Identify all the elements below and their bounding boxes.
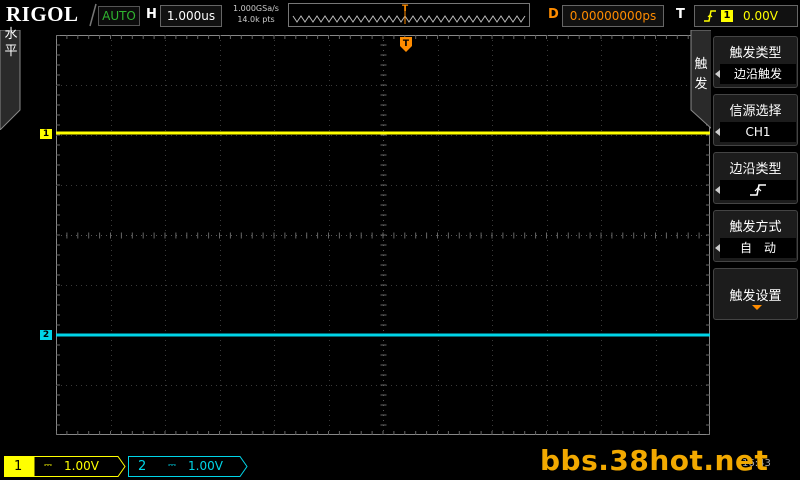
- trigger-source-badge: 1: [721, 10, 733, 22]
- menu-item-title: 触发设置: [729, 289, 782, 304]
- timebase-value[interactable]: 1.000us: [160, 5, 222, 27]
- dc-coupling-icon: ⎓: [168, 460, 176, 471]
- run-status-badge[interactable]: AUTO: [98, 6, 140, 26]
- menu-item-value: 边沿触发: [720, 64, 796, 84]
- ch1-scale: 1.00V: [64, 459, 99, 473]
- menu-item-value: [720, 180, 796, 200]
- menu-item-title: 触发方式: [729, 220, 782, 235]
- menu-item-title: 信源选择: [729, 104, 782, 119]
- trigger-menu: 触发类型 边沿触发 信源选择 CH1 边沿类型 触发方式 自 动 触发设置: [711, 30, 800, 450]
- trigger-level: 0.00V: [743, 9, 778, 23]
- ch2-offset-marker[interactable]: 2: [40, 330, 52, 340]
- menu-edge-type[interactable]: 边沿类型: [713, 152, 798, 204]
- horizontal-tab-label: 水平: [4, 27, 18, 59]
- menu-trigger-type[interactable]: 触发类型 边沿触发: [713, 36, 798, 88]
- menu-item-value: CH1: [720, 122, 796, 142]
- menu-item-title: 边沿类型: [729, 162, 782, 177]
- horizontal-label: H: [146, 7, 157, 22]
- trigger-position-marker-icon[interactable]: T: [399, 36, 413, 54]
- ch1-offset-marker[interactable]: 1: [40, 129, 52, 139]
- acquisition-info: 1.000GSa/s 14.0k pts: [228, 3, 284, 25]
- memory-depth: 14.0k pts: [237, 15, 275, 24]
- separator-icon: [89, 3, 97, 27]
- delay-label: D: [548, 7, 559, 22]
- ch2-scale: 1.00V: [188, 459, 223, 473]
- menu-item-value: 自 动: [720, 238, 796, 258]
- menu-source-select[interactable]: 信源选择 CH1: [713, 94, 798, 146]
- waveform-grid[interactable]: [56, 35, 710, 435]
- ch1-label: 1: [14, 459, 23, 474]
- submenu-down-icon: [752, 305, 762, 310]
- rising-edge-icon: [703, 6, 717, 32]
- ch2-badge[interactable]: 2 ⎓ 1.00V: [128, 456, 248, 477]
- trigger-label: T: [676, 7, 685, 22]
- sample-rate: 1.000GSa/s: [233, 4, 279, 13]
- menu-trigger-setup[interactable]: 触发设置: [713, 268, 798, 320]
- menu-trigger-mode[interactable]: 触发方式 自 动: [713, 210, 798, 262]
- rising-edge-icon: [750, 184, 766, 196]
- menu-item-title: 触发类型: [729, 46, 782, 61]
- memory-overview-bar[interactable]: T: [288, 3, 530, 27]
- brand-logo: RIGOL: [6, 2, 79, 26]
- status-bar: RIGOL AUTO H 1.000us 1.000GSa/s 14.0k pt…: [0, 0, 800, 30]
- svg-text:T: T: [403, 39, 410, 49]
- ch1-badge[interactable]: 1 ⎓ 1.00V: [4, 456, 126, 477]
- memory-trigger-marker: T: [402, 4, 409, 14]
- dc-coupling-icon: ⎓: [44, 460, 52, 471]
- ch2-label: 2: [138, 459, 147, 474]
- delay-value[interactable]: 0.00000000ps: [562, 5, 664, 27]
- trigger-status-box[interactable]: 1 0.00V: [694, 5, 798, 27]
- watermark: bbs.38hot.net: [540, 444, 769, 477]
- memory-waveform-thumbnail: [292, 6, 526, 24]
- trigger-tab-label: 触发: [694, 57, 708, 92]
